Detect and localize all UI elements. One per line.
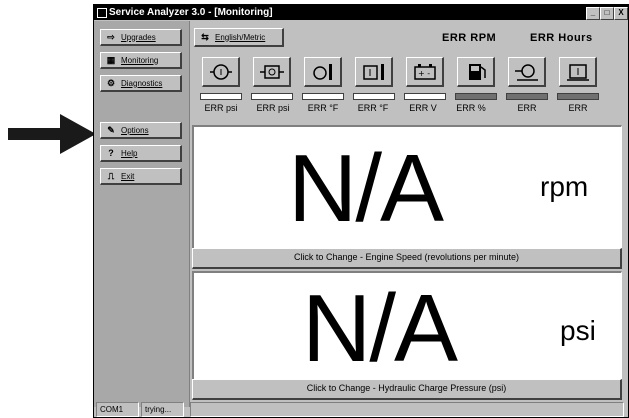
hydraulic-pressure-value: N/A xyxy=(302,275,458,382)
sidebar-item-monitoring[interactable]: ▦ Monitoring xyxy=(100,52,182,69)
sidebar-item-help[interactable]: ? Help xyxy=(100,145,182,162)
gauge-label: ERR °F xyxy=(357,103,389,113)
gauge-engine-temp[interactable] xyxy=(304,57,342,87)
monitoring-icon: ▦ xyxy=(106,55,116,65)
engine-oil-pressure-icon xyxy=(209,64,232,80)
gauge-bar xyxy=(302,93,344,100)
gauge-hydraulic-pressure[interactable] xyxy=(253,57,291,87)
maximize-button[interactable]: □ xyxy=(600,7,614,20)
hydraulic-pressure-unit: psi xyxy=(560,315,596,346)
status-port: COM1 xyxy=(96,402,139,417)
gauge-label: ERR xyxy=(517,103,537,113)
status-bar-empty xyxy=(190,402,624,417)
gauge-fuel[interactable] xyxy=(457,57,495,87)
rpm-readout: ERR RPM xyxy=(442,32,497,44)
gauge-bar xyxy=(353,93,395,100)
options-icon: ✎ xyxy=(107,125,115,135)
app-window: Service Analyzer 3.0 - [Monitoring] _ □ … xyxy=(93,4,629,418)
engine-speed-panel[interactable]: N/A rpm xyxy=(192,125,622,251)
sidebar: ⇨ Upgrades ▦ Monitoring ⚙ Diagnostics ✎ … xyxy=(94,21,190,407)
fuel-icon xyxy=(468,64,486,80)
upgrade-icon: ⇨ xyxy=(107,32,115,42)
hydraulic-pressure-panel[interactable]: N/A psi xyxy=(192,271,622,381)
change-engine-speed-button[interactable]: Click to Change - Engine Speed (revoluti… xyxy=(192,248,622,269)
hours-readout: ERR Hours xyxy=(530,32,593,44)
change-hydraulic-pressure-button[interactable]: Click to Change - Hydraulic Charge Press… xyxy=(192,379,622,400)
hydraulic-pressure-icon xyxy=(259,65,284,79)
gauge-battery[interactable]: + - xyxy=(406,57,444,87)
gauge-reservoir[interactable] xyxy=(559,57,597,87)
gauge-bar xyxy=(506,93,548,100)
sidebar-item-diagnostics[interactable]: ⚙ Diagnostics xyxy=(100,75,182,92)
close-button[interactable]: X xyxy=(614,7,628,20)
reservoir-icon xyxy=(566,64,589,81)
svg-text:+ -: + - xyxy=(418,69,430,78)
sidebar-item-options[interactable]: ✎ Options xyxy=(100,122,182,139)
minimize-button[interactable]: _ xyxy=(586,7,600,20)
battery-icon: + - xyxy=(413,64,436,80)
gauge-bar xyxy=(455,93,497,100)
gauge-hydraulic-temp[interactable] xyxy=(355,57,393,87)
filter-icon xyxy=(514,64,538,81)
engine-speed-unit: rpm xyxy=(540,171,589,202)
gauge-engine-oil-pressure[interactable] xyxy=(202,57,240,87)
gauge-label: ERR psi xyxy=(204,103,238,113)
gauge-label: ERR xyxy=(568,103,588,113)
hydraulic-temp-icon xyxy=(362,64,384,80)
sidebar-item-exit[interactable]: ⎍ Exit xyxy=(100,168,182,185)
gauge-strip: ERR psi ERR psi ERR °F ERR °F + - ERR V … xyxy=(198,57,618,125)
window-title: Service Analyzer 3.0 - [Monitoring] xyxy=(109,7,273,18)
diagnostics-icon: ⚙ xyxy=(106,78,116,88)
gauge-label: ERR psi xyxy=(256,103,290,113)
app-icon xyxy=(97,8,107,18)
pointer-arrow-icon xyxy=(8,114,96,154)
gauge-filter[interactable] xyxy=(508,57,546,87)
gauge-bar xyxy=(200,93,242,100)
engine-temp-icon xyxy=(312,64,332,80)
gauge-label: ERR V xyxy=(409,103,437,113)
exit-icon: ⎍ xyxy=(107,171,115,181)
units-toggle-icon: ⇆ xyxy=(201,32,209,42)
gauge-label: ERR % xyxy=(456,103,486,113)
gauge-bar xyxy=(557,93,599,100)
english-metric-button[interactable]: ⇆ English/Metric xyxy=(194,28,284,47)
gauge-label: ERR °F xyxy=(307,103,339,113)
help-icon: ? xyxy=(108,148,114,158)
sidebar-item-upgrades[interactable]: ⇨ Upgrades xyxy=(100,29,182,46)
engine-speed-value: N/A xyxy=(288,135,444,242)
status-connection: trying... xyxy=(141,402,184,417)
gauge-bar xyxy=(404,93,446,100)
gauge-bar xyxy=(251,93,293,100)
title-bar: Service Analyzer 3.0 - [Monitoring] _ □ … xyxy=(94,5,628,20)
